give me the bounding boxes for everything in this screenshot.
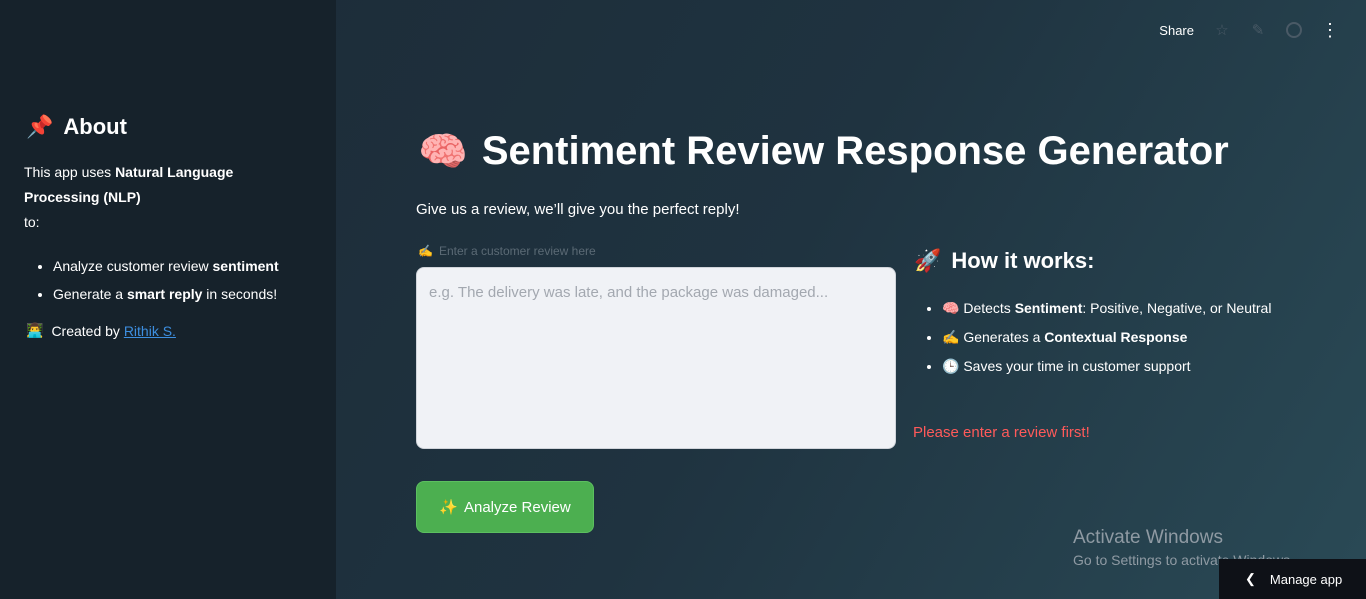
- review-input-label: ✍️ Enter a customer review here: [418, 244, 596, 258]
- review-placeholder: e.g. The delivery was late, and the pack…: [429, 284, 829, 301]
- pushpin-icon: 📌: [26, 114, 54, 139]
- toolbar: Share ☆ ✎ ⋮: [1159, 20, 1339, 40]
- page-subtitle: Give us a review, we’ll give you the per…: [416, 201, 740, 218]
- writing-hand-icon: ✍️: [942, 329, 960, 345]
- list-item: 🧠 Detects Sentiment: Positive, Negative,…: [942, 295, 1272, 321]
- about-feature-list: Analyze customer review sentiment Genera…: [24, 252, 279, 308]
- share-button[interactable]: Share: [1159, 23, 1194, 38]
- about-description: This app uses Natural Language Processin…: [24, 164, 234, 230]
- list-item: ✍️ Generates a Contextual Response: [942, 324, 1272, 350]
- author-link[interactable]: Rithik S.: [124, 323, 176, 339]
- about-title: About: [63, 114, 127, 139]
- list-item: Analyze customer review sentiment: [53, 252, 279, 280]
- edit-icon[interactable]: ✎: [1250, 22, 1266, 39]
- list-item: 🕒 Saves your time in customer support: [942, 353, 1272, 379]
- list-item: Generate a smart reply in seconds!: [53, 280, 279, 308]
- brain-icon: 🧠: [418, 130, 468, 174]
- warning-message: Please enter a review first!: [913, 424, 1090, 441]
- analyze-review-button[interactable]: ✨ Analyze Review: [416, 481, 594, 533]
- how-it-works-list: 🧠 Detects Sentiment: Positive, Negative,…: [914, 295, 1272, 382]
- manage-app-button[interactable]: ❮ Manage app: [1219, 559, 1366, 599]
- brain-icon: 🧠: [942, 300, 960, 316]
- chevron-left-icon: ❮: [1245, 571, 1256, 586]
- about-heading: 📌 About: [26, 114, 127, 140]
- menu-icon[interactable]: ⋮: [1321, 20, 1339, 40]
- sidebar: 📌 About This app uses Natural Language P…: [0, 0, 336, 599]
- rocket-icon: 🚀: [914, 248, 942, 273]
- clock-icon: 🕒: [942, 358, 960, 374]
- page-title: 🧠 Sentiment Review Response Generator: [418, 129, 1229, 174]
- github-icon[interactable]: [1286, 22, 1302, 38]
- writing-hand-icon: ✍️: [418, 244, 433, 258]
- sparkles-icon: ✨: [439, 499, 458, 516]
- review-textarea[interactable]: e.g. The delivery was late, and the pack…: [416, 267, 896, 449]
- how-it-works-heading: 🚀 How it works:: [914, 248, 1095, 273]
- created-by: 👨‍💻 Created by Rithik S.: [26, 322, 176, 339]
- star-icon[interactable]: ☆: [1214, 22, 1230, 39]
- technologist-icon: 👨‍💻: [26, 322, 44, 338]
